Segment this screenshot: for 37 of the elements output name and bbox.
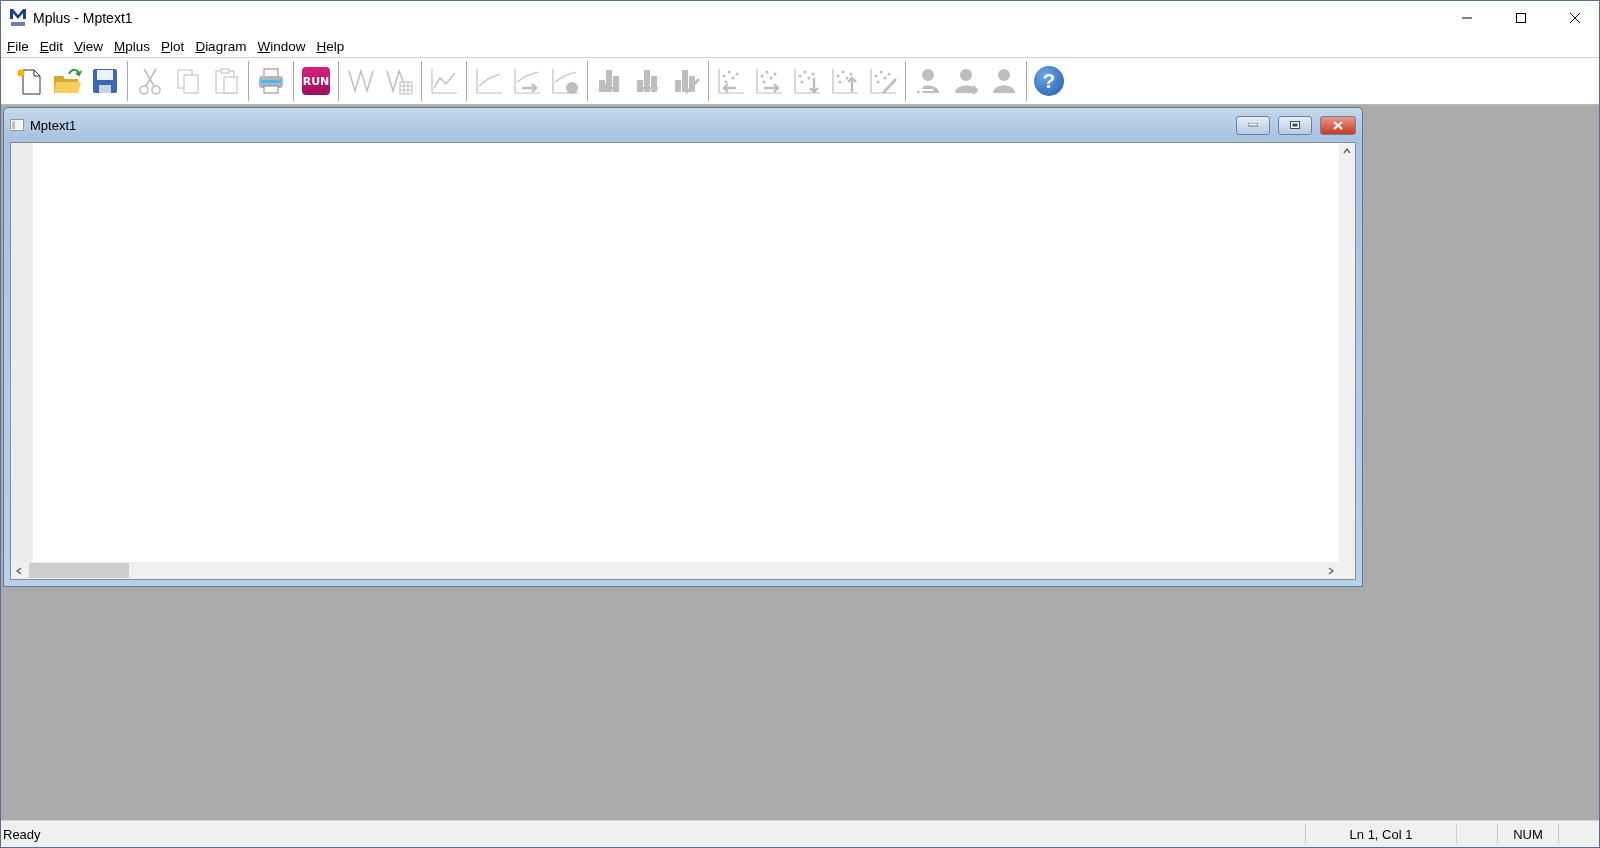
document-icon [10, 119, 24, 131]
restore-button[interactable] [1278, 115, 1312, 135]
menu-item[interactable]: Diagram [191, 38, 254, 54]
maximize-icon [1515, 12, 1527, 24]
menu-item[interactable]: Edit [35, 38, 71, 54]
close-icon [1333, 120, 1343, 130]
status-message: Ready [2, 826, 42, 842]
scatter-plot-pencil-icon [868, 66, 898, 96]
vertical-scrollbar[interactable] [1339, 143, 1355, 562]
menu-item[interactable]: Window [253, 38, 313, 54]
restore-icon [1290, 121, 1300, 129]
menu-item[interactable]: File [3, 38, 36, 54]
minimize-icon [1248, 123, 1258, 127]
folder-icon [52, 66, 82, 96]
scatter-plot-arrow-icon [830, 66, 860, 96]
scatter-plot-arrow-icon [754, 66, 784, 96]
menu-item[interactable]: Help [312, 38, 352, 54]
close-button[interactable] [1320, 115, 1356, 135]
scrollbar-thumb[interactable] [29, 563, 129, 578]
scatter-plot-arrow-icon [792, 66, 822, 96]
app-logo-icon [9, 8, 27, 28]
line-chart-icon [474, 66, 504, 96]
printer-icon [256, 66, 286, 96]
line-chart-icon [429, 66, 459, 96]
horizontal-scrollbar[interactable] [11, 562, 1339, 579]
document-title: Mptext1 [30, 117, 78, 133]
menu-item[interactable]: Mplus [110, 38, 158, 54]
menu-item[interactable]: Plot [157, 38, 192, 54]
num-lock-indicator: NUM [1497, 824, 1558, 844]
window-title: Mplus - Mptext1 [33, 10, 134, 26]
scatter-plot-arrow-icon [716, 66, 746, 96]
line-chart-arrow-icon [512, 66, 542, 96]
menu-item[interactable]: View [70, 38, 111, 54]
close-icon [1569, 12, 1581, 24]
line-chart-info-icon [550, 66, 580, 96]
cursor-position: Ln 1, Col 1 [1305, 824, 1456, 844]
minimize-button[interactable] [1236, 115, 1270, 135]
